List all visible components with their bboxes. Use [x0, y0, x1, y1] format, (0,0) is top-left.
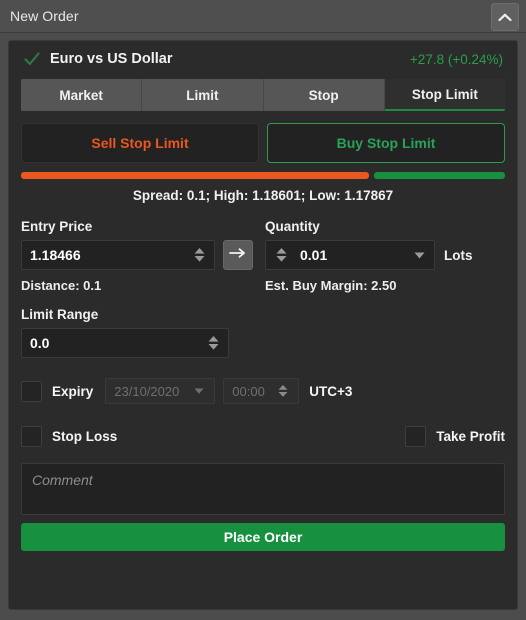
expiry-time-spinner[interactable] — [274, 378, 292, 404]
expiry-row: Expiry 23/10/2020 00:00 UTC+3 — [21, 378, 505, 404]
entry-distance-note: Distance: 0.1 — [21, 278, 102, 293]
tab-market[interactable]: Market — [21, 79, 143, 111]
expiry-timezone-label: UTC+3 — [309, 383, 353, 399]
window-title: New Order — [10, 8, 79, 24]
entry-price-label: Entry Price — [21, 219, 93, 234]
spread-bar-sell — [21, 172, 370, 179]
stop-loss-checkbox[interactable] — [21, 426, 42, 447]
order-type-tabs: Market Limit Stop Stop Limit — [21, 79, 505, 111]
expiry-date-dropdown-button[interactable] — [190, 388, 208, 394]
limit-range-group: Limit Range 0.0 — [21, 307, 229, 358]
sell-stop-limit-button[interactable]: Sell Stop Limit — [21, 123, 259, 163]
tab-limit[interactable]: Limit — [142, 79, 264, 111]
new-order-panel: New Order Euro vs US Dollar +27.8 (+0.24… — [0, 0, 526, 620]
quantity-group: Quantity 0.01 Lots Est. Buy Margin: 2.50 — [253, 219, 505, 358]
comment-input[interactable]: Comment — [21, 463, 505, 515]
buy-stop-limit-button[interactable]: Buy Stop Limit — [267, 123, 505, 163]
quantity-value: 0.01 — [300, 247, 328, 263]
entry-quantity-row: Entry Price 1.18466 Distance: 0.1 Limit … — [21, 219, 505, 358]
expiry-date-value: 23/10/2020 — [114, 383, 180, 399]
stop-loss-take-profit-row: Stop Loss Take Profit — [21, 426, 505, 447]
spread-bar-buy — [374, 172, 505, 179]
expiry-label: Expiry — [52, 383, 94, 399]
place-order-button[interactable]: Place Order — [21, 523, 505, 551]
expiry-checkbox[interactable] — [21, 380, 42, 402]
entry-price-value: 1.18466 — [30, 247, 81, 263]
quantity-input[interactable]: 0.01 — [265, 240, 435, 270]
chevron-up-icon — [498, 13, 512, 22]
symbol-row: Euro vs US Dollar +27.8 (+0.24%) — [15, 41, 511, 77]
form-area: Entry Price 1.18466 Distance: 0.1 Limit … — [21, 203, 505, 358]
expiry-time-value: 00:00 — [232, 383, 265, 399]
limit-range-label: Limit Range — [21, 307, 99, 322]
tab-stop-limit[interactable]: Stop Limit — [384, 79, 505, 111]
expiry-date-input[interactable]: 23/10/2020 — [105, 378, 216, 404]
comment-placeholder: Comment — [32, 472, 93, 488]
estimated-margin-note: Est. Buy Margin: 2.50 — [265, 278, 397, 293]
quantity-unit-label: Lots — [444, 247, 473, 263]
entry-price-input[interactable]: 1.18466 — [21, 240, 215, 270]
limit-range-spinner[interactable] — [204, 330, 222, 356]
tab-stop[interactable]: Stop — [263, 79, 385, 111]
limit-range-value: 0.0 — [30, 335, 50, 351]
quantity-dropdown-button[interactable] — [410, 252, 428, 259]
expiry-time-input[interactable]: 00:00 — [223, 378, 300, 404]
stop-loss-label: Stop Loss — [52, 429, 118, 444]
symbol-name: Euro vs US Dollar — [50, 51, 173, 67]
collapse-button[interactable] — [491, 3, 519, 31]
symbol-change: +27.8 (+0.24%) — [409, 51, 503, 67]
entry-price-spinner[interactable] — [190, 242, 208, 268]
limit-range-input[interactable]: 0.0 — [21, 328, 229, 358]
take-profit-checkbox[interactable] — [405, 426, 427, 447]
quantity-spinner[interactable] — [272, 242, 290, 268]
take-profit-label: Take Profit — [436, 429, 505, 444]
quantity-label: Quantity — [265, 219, 320, 234]
side-buttons: Sell Stop Limit Buy Stop Limit — [21, 123, 505, 163]
spread-bar — [21, 172, 505, 179]
order-form-card: Euro vs US Dollar +27.8 (+0.24%) Market … — [8, 40, 518, 610]
apply-entry-price-button[interactable] — [223, 240, 253, 270]
window-titlebar: New Order — [0, 0, 526, 33]
arrow-right-icon — [229, 246, 247, 264]
entry-price-group: Entry Price 1.18466 Distance: 0.1 Limit … — [21, 219, 253, 358]
checkmark-icon — [23, 50, 41, 68]
spread-info-text: Spread: 0.1; High: 1.18601; Low: 1.17867 — [132, 188, 394, 203]
